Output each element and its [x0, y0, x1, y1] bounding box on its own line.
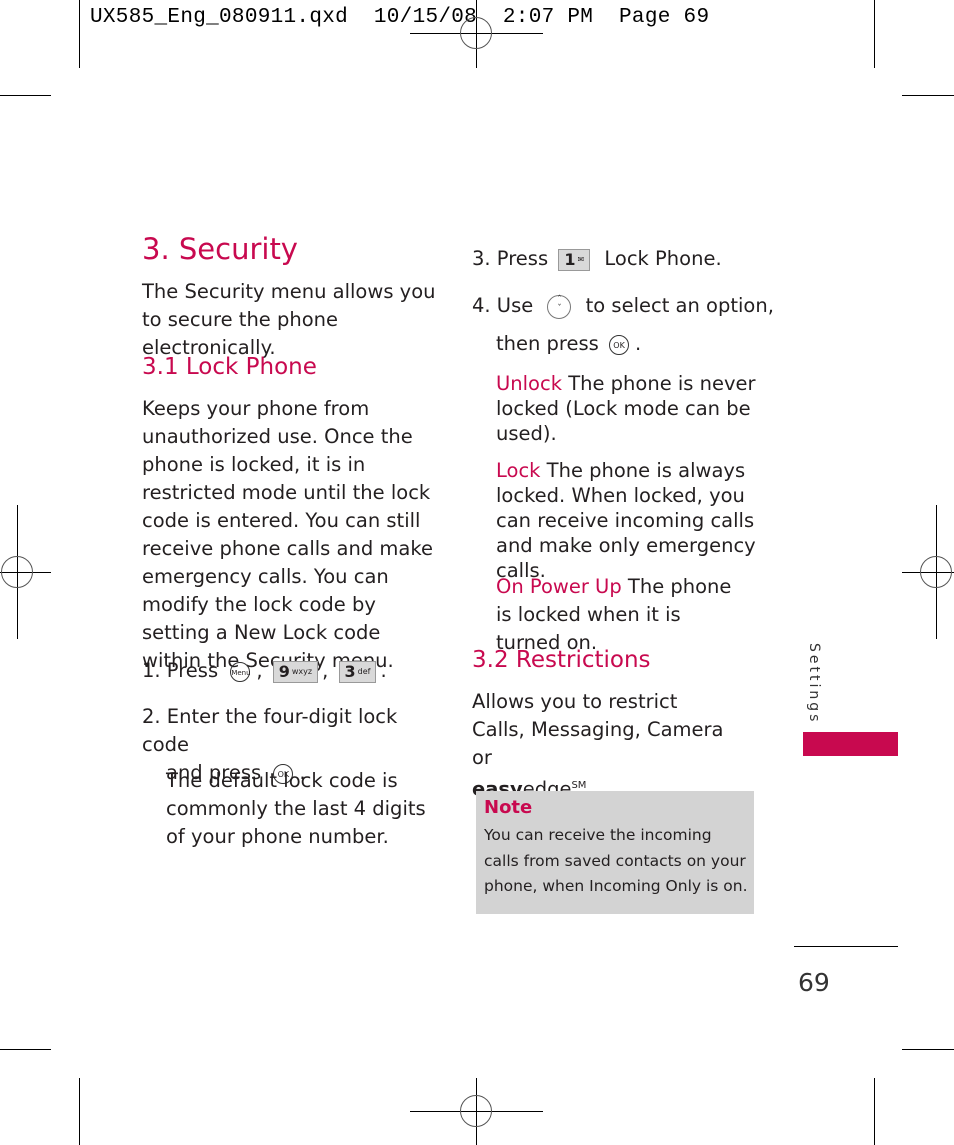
brand-sm-mark: SM: [571, 780, 587, 791]
side-tab-label: Settings: [806, 643, 822, 725]
slug-page: Page 69: [619, 6, 710, 29]
step-4-text2: then press: [496, 332, 599, 355]
section-title-restrictions: 3.2 Restrictions: [472, 647, 651, 673]
step-2-text: 2. Enter the four-digit lock code: [142, 705, 398, 756]
option-unlock: Unlock The phone is never locked (Lock m…: [496, 371, 758, 446]
crop-mark: [874, 0, 875, 68]
step-4: 4. Use ˆˇ to select an option, then pres…: [472, 292, 774, 358]
option-label: On Power Up: [496, 575, 622, 598]
period: .: [380, 659, 387, 682]
crop-mark: [902, 95, 954, 96]
key-3-icon: 3 def: [338, 660, 377, 683]
default-code-note: The default lock code is commonly the la…: [166, 769, 426, 848]
ok-key-icon: OK: [609, 334, 630, 355]
side-tab-marker: [803, 732, 898, 756]
key-1-digit: 1: [564, 249, 576, 269]
restrictions-description: Allows you to restrict Calls, Messaging,…: [472, 688, 732, 804]
key-9-icon: 9 wxyz: [272, 660, 319, 683]
crop-mark: [902, 1049, 954, 1050]
period: .: [715, 247, 722, 270]
page-title: 3. Security: [142, 232, 298, 266]
slug-time: 2:07 PM: [502, 6, 594, 29]
note-text: You can receive the incoming calls from …: [484, 826, 748, 895]
lock-phone-description: Keeps your phone from unauthorized use. …: [142, 397, 433, 672]
option-lock: Lock The phone is always locked. When lo…: [496, 458, 758, 583]
separator: ,: [322, 659, 329, 682]
period: .: [635, 332, 642, 355]
footer-rule: [794, 946, 898, 947]
separator: ,: [256, 659, 263, 682]
key-3-letters: def: [357, 667, 371, 676]
step-3-prefix: 3. Press: [472, 247, 549, 270]
voicemail-icon: ✉: [577, 255, 585, 264]
step-3: 3. Press 1 ✉ Lock Phone.: [472, 245, 722, 273]
menu-key-icon: Menu: [230, 661, 251, 682]
print-slug: UX585_Eng_080911.qxd 10/15/08 2:07 PM Pa…: [90, 6, 709, 29]
section-title-lock-phone: 3.1 Lock Phone: [142, 354, 317, 380]
crop-mark: [0, 95, 51, 96]
note-box: Note You can receive the incoming calls …: [476, 791, 754, 914]
crop-mark: [0, 1049, 51, 1050]
option-label: Lock: [496, 459, 541, 482]
step-4-prefix: 4. Use: [472, 294, 534, 317]
step-1: 1. Press Menu, 9 wxyz, 3 def.: [142, 657, 387, 685]
step-1-prefix: 1. Press: [142, 659, 219, 682]
key-3-digit: 3: [344, 661, 356, 681]
navigation-key-icon: ˆˇ: [547, 294, 572, 319]
key-9-letters: wxyz: [291, 667, 313, 676]
slug-filename: UX585_Eng_080911.qxd: [90, 6, 349, 29]
crop-mark: [79, 1078, 80, 1145]
key-9-digit: 9: [278, 661, 290, 681]
restrictions-text: Allows you to restrict Calls, Messaging,…: [472, 690, 724, 769]
step-4-suffix: to select an option,: [585, 294, 774, 317]
crop-mark: [874, 1078, 875, 1145]
crop-mark: [79, 0, 80, 68]
key-1-icon: 1 ✉: [558, 248, 591, 271]
page-number: 69: [798, 968, 830, 997]
option-on-power-up: On Power Up The phone is locked when it …: [496, 573, 746, 657]
note-title: Note: [484, 797, 533, 818]
option-label: Unlock: [496, 372, 562, 395]
intro-text: The Security menu allows you to secure t…: [142, 280, 436, 359]
step-4-line2: then press OK.: [472, 330, 774, 358]
lock-phone-target: Lock Phone: [604, 247, 716, 270]
